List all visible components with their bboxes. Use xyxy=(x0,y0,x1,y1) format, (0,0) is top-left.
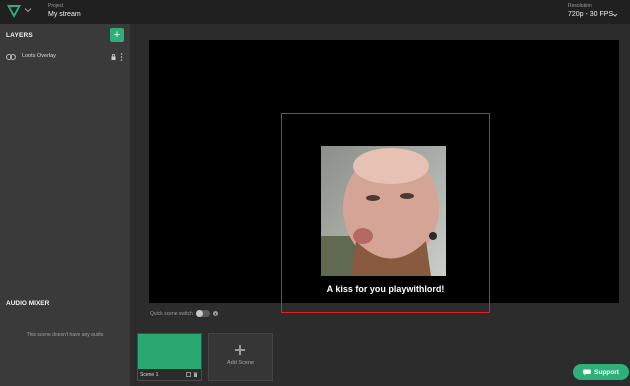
selection-box[interactable] xyxy=(281,113,490,313)
support-label: Support xyxy=(594,368,619,376)
resolution-value[interactable]: 720p - 30 FPS xyxy=(568,11,613,18)
link-icon xyxy=(6,54,16,60)
lock-icon[interactable] xyxy=(111,54,116,60)
quick-switch-label: Quick scene switch xyxy=(150,311,193,317)
info-icon[interactable] xyxy=(213,311,218,316)
chat-icon xyxy=(583,369,591,375)
support-button[interactable]: Support xyxy=(573,364,629,380)
add-scene-button[interactable] xyxy=(208,333,273,381)
audio-mixer-title: AUDIO MIXER xyxy=(6,300,50,307)
project-caption: Project xyxy=(48,3,64,9)
chevron-down-icon[interactable] xyxy=(24,6,32,14)
app-logo-icon[interactable] xyxy=(7,5,21,18)
add-layer-button[interactable]: + xyxy=(110,28,124,42)
resolution-caption: Resolution xyxy=(568,3,592,9)
layers-title: LAYERS xyxy=(6,32,33,39)
delete-icon[interactable] xyxy=(193,372,198,377)
overlay-caption: A kiss for you playwithlord! xyxy=(326,284,445,294)
resolution-dropdown-icon[interactable] xyxy=(612,12,618,18)
audio-empty-message: This scene doesn't have any audio xyxy=(26,332,104,338)
scene-label: Scene 1 xyxy=(140,372,159,378)
add-scene-label: Add Scene xyxy=(227,360,254,366)
plus-icon xyxy=(235,345,245,355)
quick-switch-knob xyxy=(196,310,203,317)
scene-settings-icon[interactable] xyxy=(186,372,191,377)
scene-thumbnail[interactable] xyxy=(138,334,201,369)
project-name[interactable]: My stream xyxy=(48,11,81,18)
top-bar xyxy=(0,0,630,24)
layer-item[interactable]: Loots Overlay xyxy=(0,50,130,64)
more-options-icon[interactable] xyxy=(120,53,123,61)
layer-item-label: Loots Overlay xyxy=(22,53,56,59)
